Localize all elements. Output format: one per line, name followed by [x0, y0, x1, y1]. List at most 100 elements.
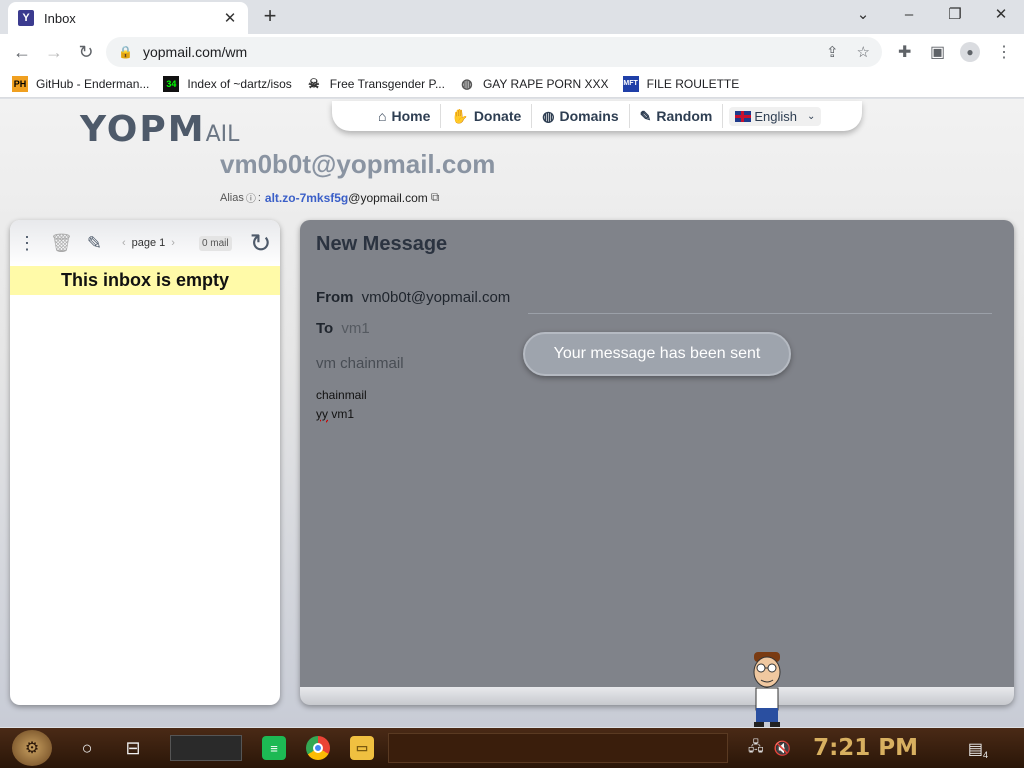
mail-count-badge: 0 mail	[198, 235, 232, 251]
to-field[interactable]: To vm1	[316, 320, 370, 337]
bookmark-github[interactable]: PH GitHub - Enderman...	[12, 75, 150, 92]
compose-pencil-icon[interactable]: ✎	[87, 233, 102, 254]
logo-text: YOPM	[80, 109, 206, 150]
alias-row: Alias ⓘ : alt.zo-7mksf5g @yopmail.com ⧉	[220, 190, 439, 205]
network-icon[interactable]: 🖧	[748, 736, 764, 760]
nav-random[interactable]: ✎ Random	[630, 104, 724, 128]
logo-suffix: AIL	[205, 122, 240, 147]
taskbar-clock[interactable]: 7:21 PM	[813, 735, 918, 761]
restore-button[interactable]: ❐	[940, 4, 970, 26]
alias-label: Alias	[220, 191, 244, 204]
trash-icon[interactable]: 🗑	[50, 233, 73, 254]
from-label: From	[316, 289, 354, 306]
address-bar[interactable]: 🔒 yopmail.com/wm ⇪ ☆	[106, 37, 882, 67]
browser-tabstrip: Y Inbox ✕ + ⌄ – ❐ ✕	[0, 0, 1024, 34]
copy-icon[interactable]: ⧉	[431, 190, 440, 205]
page-viewport: YOPMAIL ⌂ Home ✋ Donate ◍ Domains ✎ Rand…	[0, 99, 1024, 727]
volume-muted-icon[interactable]: 🔇	[774, 740, 791, 757]
bookmark-gay-rape-porn[interactable]: ◍ GAY RAPE PORN XXX	[459, 76, 609, 92]
site-nav: ⌂ Home ✋ Donate ◍ Domains ✎ Random Engli…	[332, 101, 862, 131]
forward-arrow-icon[interactable]: →	[38, 36, 70, 68]
mailbox-address: vm0b0t@yopmail.com	[220, 149, 496, 179]
body-line-1[interactable]: chainmail	[316, 388, 367, 402]
bookmark-star-icon[interactable]: ☆	[857, 43, 870, 61]
skull-icon: ☠	[307, 75, 320, 91]
reload-icon[interactable]: ↻	[70, 36, 102, 68]
bookmark-file-roulette[interactable]: MFT FILE ROULETTE	[622, 75, 740, 92]
magic-wand-icon: ✎	[639, 107, 652, 124]
bookmark-index-dartz[interactable]: 34 Index of ~dartz/isos	[163, 75, 292, 92]
menu-kebab-icon[interactable]: ⋮	[996, 42, 1012, 62]
chevron-down-icon: ⌄	[806, 110, 816, 122]
info-icon[interactable]: ⓘ	[246, 190, 256, 205]
close-tab-icon[interactable]: ✕	[222, 9, 238, 27]
chat-app-icon[interactable]: ≡	[262, 736, 286, 760]
uk-flag-icon	[735, 110, 752, 122]
body-word: vm1	[331, 407, 355, 421]
bookmark-label: Index of ~dartz/isos	[187, 76, 292, 91]
file-explorer-icon[interactable]: ▭	[350, 736, 374, 760]
minimize-button[interactable]: –	[894, 4, 924, 26]
notification-center-icon[interactable]: ▤4	[968, 739, 988, 760]
bookmark-label: FILE ROULETTE	[646, 76, 740, 91]
language-label: English	[754, 108, 797, 124]
nav-domains[interactable]: ◍ Domains	[532, 104, 630, 128]
next-page-icon[interactable]: ›	[171, 237, 175, 249]
mft-logo-icon: MFT	[622, 75, 639, 92]
system-tray: 🖧 🔇	[748, 736, 801, 760]
share-icon[interactable]: ⇪	[826, 43, 839, 61]
side-panel-icon[interactable]: ▣	[930, 42, 945, 62]
back-arrow-icon[interactable]: ←	[6, 36, 38, 68]
tab-search-icon[interactable]: ⌄	[848, 4, 878, 26]
nav-donate[interactable]: ✋ Donate	[441, 104, 533, 128]
empty-inbox-message: This inbox is empty	[10, 266, 280, 295]
taskbar-empty-area	[388, 733, 728, 763]
34-favicon-icon: 34	[163, 75, 180, 92]
sent-toast: Your message has been sent	[523, 332, 791, 376]
prev-page-icon[interactable]: ‹	[122, 237, 126, 249]
bookmark-label: GAY RAPE PORN XXX	[482, 76, 609, 91]
extensions-puzzle-icon[interactable]: ✚	[898, 42, 911, 62]
start-button[interactable]: ⚙	[12, 730, 52, 766]
thumbs-up-icon: ✋	[451, 107, 469, 124]
from-value: vm0b0t@yopmail.com	[361, 289, 511, 306]
to-value[interactable]: vm1	[341, 320, 369, 337]
yopmail-favicon-icon: Y	[18, 10, 34, 26]
url-text[interactable]: yopmail.com/wm	[143, 44, 808, 60]
profile-avatar-icon[interactable]: ●	[960, 42, 980, 62]
yopmail-logo[interactable]: YOPMAIL	[80, 109, 239, 150]
message-heading: New Message	[316, 233, 448, 255]
nav-label: Donate	[473, 108, 522, 124]
nav-label: Random	[656, 108, 713, 124]
bookmark-free-transgender[interactable]: ☠ Free Transgender P...	[306, 76, 445, 92]
language-select[interactable]: English ⌄	[729, 106, 822, 126]
lock-icon[interactable]: 🔒	[118, 45, 133, 59]
browser-toolbar: ← → ↻ 🔒 yopmail.com/wm ⇪ ☆ ✚ ▣ ● ⋮	[0, 34, 1024, 70]
cartoon-character-icon[interactable]	[748, 650, 784, 728]
nav-home[interactable]: ⌂ Home	[368, 104, 442, 128]
home-icon: ⌂	[378, 108, 387, 124]
globe-icon: ◍	[542, 107, 555, 124]
cortana-circle-icon[interactable]: ○	[76, 738, 98, 759]
body-line-2[interactable]: yy vm1	[316, 407, 354, 421]
misspelled-word: yy	[316, 407, 328, 421]
tab-inbox[interactable]: Y Inbox ✕	[8, 2, 248, 34]
inbox-toolbar: ⋮ 🗑 ✎ ‹ page 1 › 0 mail ↻	[10, 220, 280, 266]
subject-field[interactable]: vm chainmail	[316, 355, 404, 372]
new-tab-button[interactable]: +	[258, 5, 282, 27]
task-view-icon[interactable]: ⊟	[122, 738, 144, 759]
ph-logo-icon: PH	[12, 75, 28, 92]
chrome-icon[interactable]	[306, 736, 330, 760]
to-label: To	[316, 320, 334, 337]
windows-taskbar: ⚙ ○ ⊟ ≡ ▭ 🖧 🔇 7:21 PM ▤4	[0, 728, 1024, 768]
nav-label: Home	[391, 108, 431, 124]
taskbar-search-box[interactable]	[170, 735, 242, 761]
close-window-button[interactable]: ✕	[986, 4, 1016, 26]
pager: ‹ page 1 ›	[116, 237, 181, 249]
alias-link[interactable]: alt.zo-7mksf5g	[265, 191, 348, 205]
alias-separator: :	[257, 191, 261, 204]
refresh-icon[interactable]: ↻	[250, 228, 272, 259]
bookmark-label: GitHub - Enderman...	[36, 76, 150, 91]
more-options-icon[interactable]: ⋮	[18, 233, 36, 254]
alias-domain: @yopmail.com	[348, 190, 428, 205]
